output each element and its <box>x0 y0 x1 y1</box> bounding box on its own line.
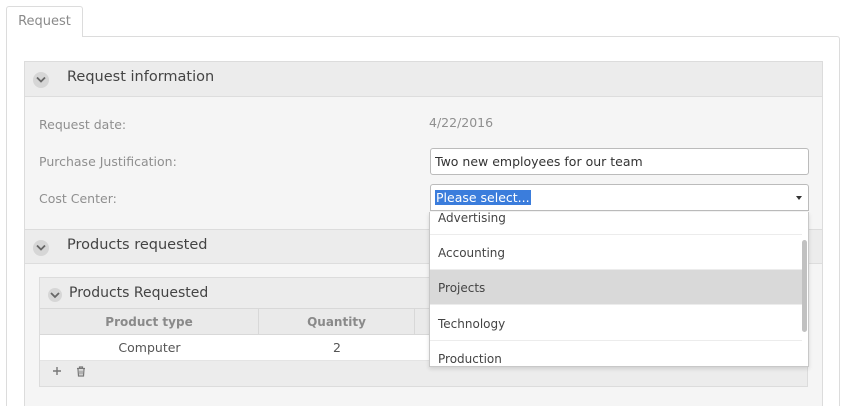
caret-down-icon[interactable] <box>796 196 802 200</box>
grid-title: Products Requested <box>69 285 209 301</box>
request-date-label: Request date: <box>39 117 127 132</box>
dropdown-scrollbar[interactable] <box>802 240 807 332</box>
dropdown-option-production[interactable]: Production <box>430 341 802 366</box>
option-label: Projects <box>438 281 486 295</box>
dropdown-option-technology[interactable]: Technology <box>430 306 802 341</box>
tab-label: Request <box>18 14 71 29</box>
dropdown-option-projects[interactable]: Projects <box>430 270 802 305</box>
cell-quantity: 2 <box>333 340 341 355</box>
cost-center-selected: Please select... <box>435 190 531 205</box>
option-label: Production <box>438 352 502 366</box>
option-label: Technology <box>438 317 506 331</box>
cost-center-select[interactable]: Please select... <box>430 184 809 211</box>
dropdown-option-accounting[interactable]: Accounting <box>430 235 802 270</box>
chevron-down-icon[interactable] <box>33 72 49 88</box>
request-date-value: 4/22/2016 <box>429 115 494 130</box>
section-title: Products requested <box>67 237 208 253</box>
plus-icon[interactable] <box>50 366 64 380</box>
section-title: Request information <box>67 69 215 85</box>
option-label: Accounting <box>438 246 506 260</box>
justification-input[interactable] <box>430 148 809 175</box>
chevron-down-icon[interactable] <box>48 288 62 302</box>
cost-center-label: Cost Center: <box>39 191 117 206</box>
section-header[interactable]: Request information <box>25 62 822 97</box>
chevron-down-icon[interactable] <box>33 240 49 256</box>
justification-label: Purchase Justification: <box>39 154 177 169</box>
trash-icon[interactable] <box>74 366 88 380</box>
column-header-product-type[interactable]: Product type <box>40 309 259 335</box>
dropdown-option-advertising[interactable]: Advertising <box>430 212 802 235</box>
tab-request[interactable]: Request <box>6 6 83 37</box>
column-header-quantity[interactable]: Quantity <box>259 309 415 335</box>
request-information-section: Request information Request date: 4/22/2… <box>24 61 823 230</box>
cost-center-dropdown[interactable]: Advertising Accounting Projects Technolo… <box>429 212 809 367</box>
cell-product-type: Computer <box>118 340 181 355</box>
option-label: Advertising <box>438 212 506 225</box>
